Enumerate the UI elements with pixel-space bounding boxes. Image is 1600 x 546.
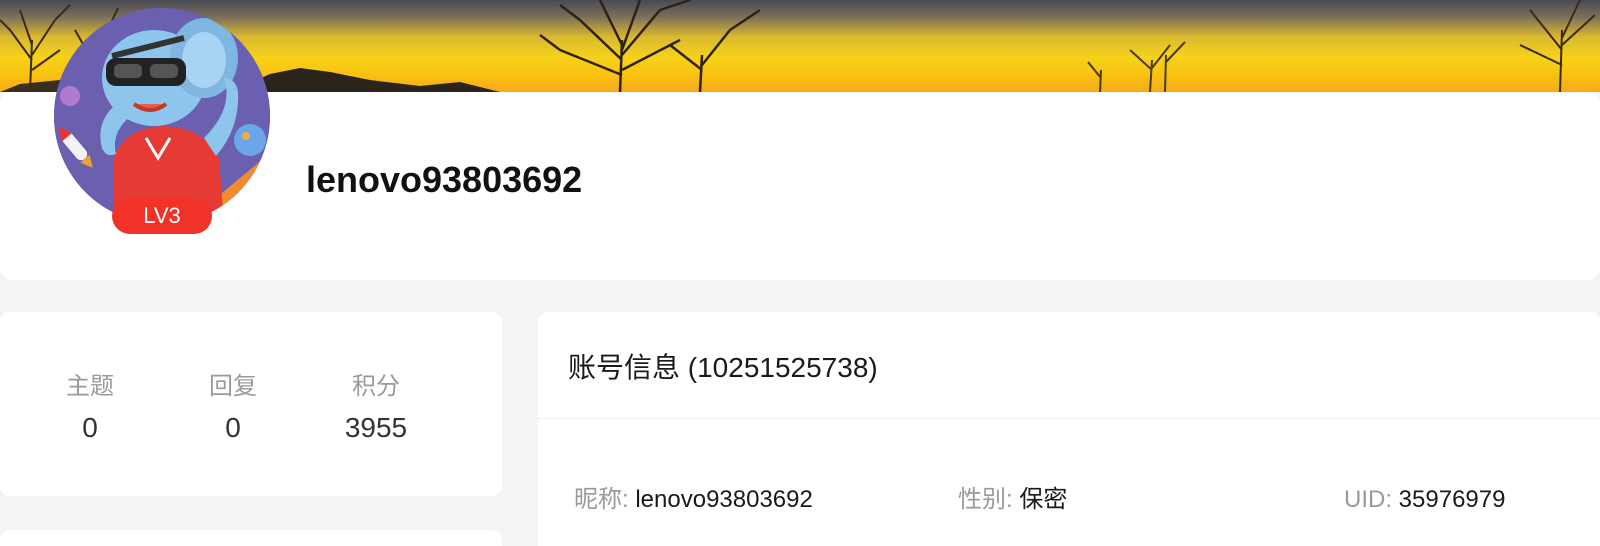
stat-points[interactable]: 积分 3955	[316, 370, 436, 448]
account-info-card: 账号信息 (10251525738) 昵称: lenovo93803692 性别…	[538, 312, 1600, 546]
stat-replies[interactable]: 回复 0	[173, 370, 293, 448]
user-avatar[interactable]	[54, 8, 270, 224]
uid-label: UID:	[1344, 486, 1392, 513]
stat-label: 积分	[352, 373, 400, 400]
uid-field: UID: 35976979	[1344, 482, 1505, 518]
nickname-value: lenovo93803692	[635, 486, 813, 513]
nickname-field: 昵称: lenovo93803692	[574, 482, 813, 518]
account-info-title: 账号信息 (10251525738)	[568, 352, 878, 383]
stat-value: 0	[82, 412, 98, 443]
elephant-mascot-icon	[54, 8, 270, 224]
gender-value: 保密	[1019, 486, 1068, 513]
nickname-label: 昵称:	[574, 486, 629, 513]
uid-value: 35976979	[1398, 486, 1506, 513]
level-badge: LV3	[112, 198, 212, 234]
secondary-card	[0, 530, 502, 546]
stats-card: 主题 0 回复 0 积分 3955	[0, 312, 502, 496]
profile-username: lenovo93803692	[306, 159, 583, 200]
gender-label: 性别:	[958, 486, 1013, 513]
gender-field: 性别: 保密	[958, 482, 1067, 518]
divider	[538, 418, 1600, 419]
stat-label: 回复	[209, 373, 257, 400]
stat-topics[interactable]: 主题 0	[30, 370, 150, 448]
profile-page: LV3 lenovo93803692 主题 0 回复 0 积分 3955 账号信…	[0, 0, 1600, 546]
stat-label: 主题	[66, 373, 114, 400]
stat-value: 3955	[344, 412, 408, 443]
stat-value: 0	[225, 412, 241, 443]
